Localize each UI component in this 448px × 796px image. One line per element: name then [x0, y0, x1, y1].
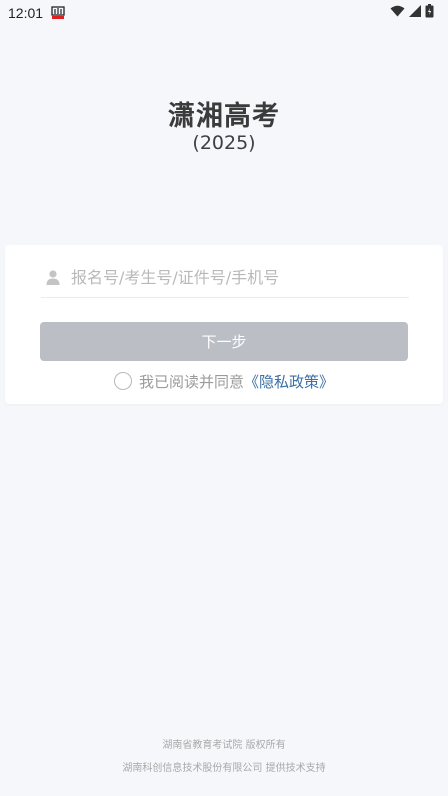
user-icon: [45, 269, 61, 285]
status-right: [390, 4, 440, 22]
app-screen: 12:01 潇湘高考 (2025) 报名号/考生号/证件号/手机号 下一步 我已…: [0, 0, 448, 796]
app-title: 潇湘高考: [168, 101, 280, 132]
wifi-icon: [390, 5, 405, 21]
app-notification-icon: [51, 6, 65, 20]
agree-text: 我已阅读并同意: [138, 372, 244, 391]
agree-checkbox[interactable]: [113, 372, 132, 390]
privacy-agreement-row: 我已阅读并同意 《隐私政策》: [5, 369, 443, 393]
status-time: 12:01: [8, 5, 44, 21]
footer-support: 湖南科创信息技术股份有限公司 提供技术支持: [122, 763, 326, 774]
login-card: 下一步 我已阅读并同意 《隐私政策》: [5, 245, 443, 404]
next-button[interactable]: 下一步: [40, 322, 408, 361]
privacy-policy-link[interactable]: 《隐私政策》: [244, 371, 334, 392]
status-bar: 12:01: [0, 0, 448, 26]
account-input[interactable]: [69, 266, 393, 288]
battery-icon: [425, 4, 434, 22]
account-input-row: [41, 257, 409, 298]
footer-copyright: 湖南省教育考试院 版权所有: [162, 740, 286, 751]
signal-icon: [409, 5, 421, 21]
status-left: 12:01: [8, 5, 65, 21]
app-year: (2025): [192, 132, 256, 154]
